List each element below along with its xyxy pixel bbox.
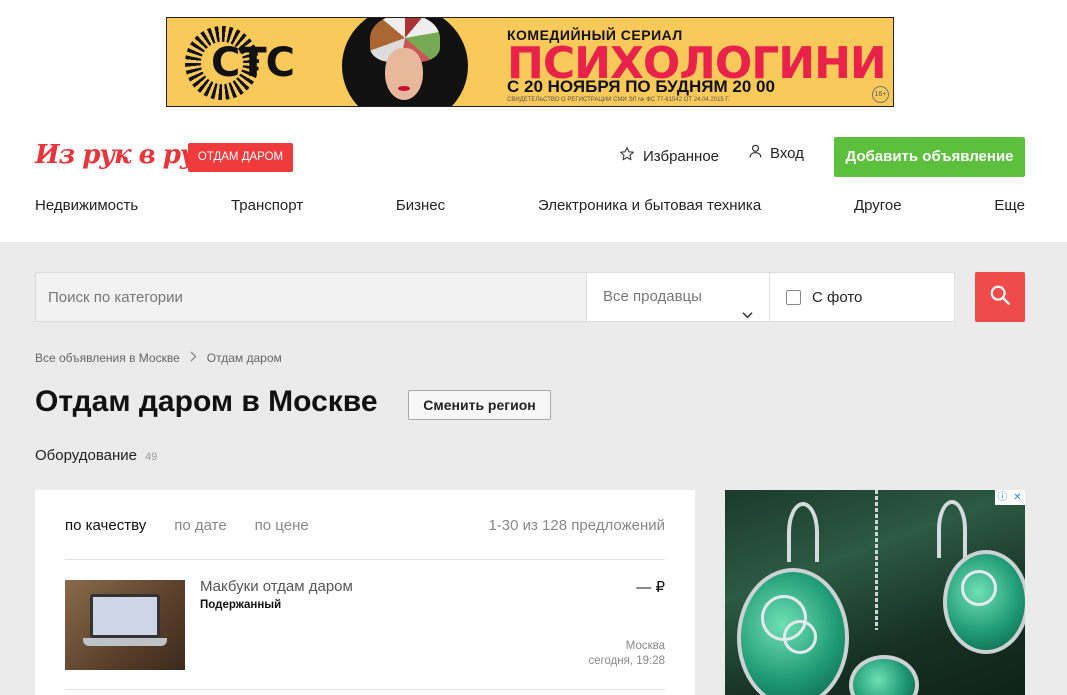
search-icon [989, 284, 1011, 311]
sort-options: по качеству по дате по цене [65, 517, 309, 534]
divider [65, 689, 665, 690]
category-nav: Недвижимость Транспорт Бизнес Электроник… [35, 197, 1025, 214]
banner-ad-lips [398, 86, 410, 91]
page-title: Отдам даром в Москве [35, 385, 378, 418]
nav-item-real-estate[interactable]: Недвижимость [35, 197, 138, 214]
info-icon[interactable]: ⓘ [995, 490, 1010, 505]
favorites-label: Избранное [643, 147, 720, 165]
listing-thumbnail[interactable] [65, 580, 185, 670]
laptop-base [83, 638, 167, 646]
breadcrumb: Все объявления в Москве Отдам даром [35, 351, 282, 365]
login-label: Вход [770, 144, 804, 162]
category-search-input[interactable] [35, 272, 587, 322]
sort-by-date[interactable]: по дате [174, 517, 226, 534]
banner-ad[interactable]: СТС КОМЕДИЙНЫЙ СЕРИАЛ ПСИХОЛОГИНИ С 20 Н… [166, 17, 894, 107]
listing-price: — ₽ [636, 579, 665, 596]
subcategory-count: 49 [145, 451, 158, 463]
listing-title[interactable]: Макбуки отдам даром [200, 578, 353, 595]
star-icon [619, 146, 635, 166]
listing-city: Москва [625, 640, 665, 652]
earring-hook-left [787, 502, 819, 562]
seller-filter-select[interactable]: Все продавцы [586, 272, 770, 322]
listing-condition: Подержанный [200, 599, 282, 611]
favorites-link[interactable]: Избранное [619, 146, 719, 166]
banner-ad-photo [342, 18, 468, 106]
breadcrumb-item-all[interactable]: Все объявления в Москве [35, 351, 180, 365]
pendant-gem [849, 655, 919, 695]
nav-item-other[interactable]: Другое [854, 197, 902, 214]
subcategory-link[interactable]: Оборудование 49 [35, 447, 157, 464]
nav-item-electronics[interactable]: Электроника и бытовая техника [538, 197, 761, 214]
nav-item-transport[interactable]: Транспорт [231, 197, 303, 214]
results-count: 1-30 из 128 предложений [488, 517, 665, 534]
add-listing-button[interactable]: Добавить объявление [834, 137, 1025, 177]
login-link[interactable]: Вход [749, 144, 804, 162]
with-photo-filter[interactable]: С фото [769, 272, 955, 322]
divider [65, 559, 665, 560]
with-photo-label: С фото [812, 288, 863, 306]
free-category-tag[interactable]: ОТДАМ ДАРОМ [188, 143, 293, 172]
filigree-swirl [783, 620, 817, 654]
side-ad-jewelry[interactable]: ⓘ ✕ [725, 490, 1025, 695]
ctc-logo-text: СТС [211, 40, 295, 86]
subcategory-label: Оборудование [35, 447, 138, 464]
earring-hook-right [937, 500, 967, 558]
laptop-screen [90, 594, 160, 638]
banner-ad-legal: СВИДЕТЕЛЬСТВО О РЕГИСТРАЦИИ СМИ ЭЛ № ФС … [507, 97, 730, 103]
close-icon[interactable]: ✕ [1010, 490, 1025, 505]
user-icon [749, 144, 762, 162]
nav-item-more[interactable]: Еще [994, 197, 1025, 214]
necklace-chain [875, 490, 878, 630]
sort-by-price[interactable]: по цене [255, 517, 309, 534]
listing-time: сегодня, 19:28 [588, 655, 665, 667]
banner-ad-face [385, 48, 423, 100]
banner-ad-age-rating: 16+ [872, 86, 889, 103]
sort-by-quality[interactable]: по качеству [65, 517, 146, 534]
search-button[interactable] [975, 272, 1025, 322]
with-photo-checkbox[interactable] [786, 289, 801, 305]
breadcrumb-item-current[interactable]: Отдам даром [207, 351, 282, 365]
ad-choices-badge[interactable]: ⓘ ✕ [995, 490, 1025, 505]
seller-filter-value: Все продавцы [603, 288, 702, 305]
nav-item-business[interactable]: Бизнес [396, 197, 445, 214]
listing-card: по качеству по дате по цене 1-30 из 128 … [35, 490, 695, 695]
change-region-button[interactable]: Сменить регион [408, 390, 551, 420]
chevron-right-icon [190, 351, 197, 365]
chevron-down-icon [742, 291, 753, 339]
filigree-swirl [961, 570, 997, 606]
banner-ad-schedule: С 20 НОЯБРЯ ПО БУДНЯМ 20 00 [507, 77, 775, 96]
